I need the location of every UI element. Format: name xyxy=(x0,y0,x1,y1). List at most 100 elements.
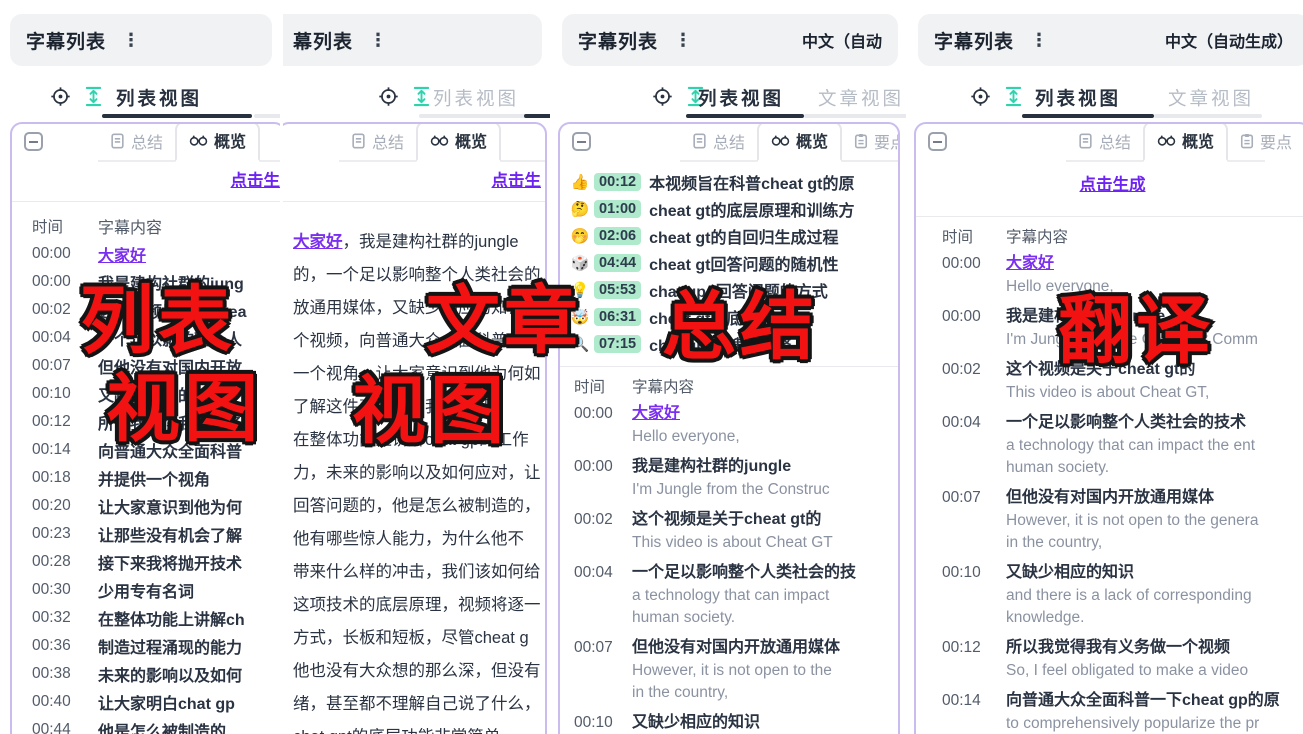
row-content: 这个视频是关于cheat gt的This video is about Chea… xyxy=(632,507,833,554)
tab-summary[interactable]: 总结 xyxy=(1066,124,1143,160)
table-row[interactable]: 00:12所以我觉得我有义务做一个视频So, I feel obligated … xyxy=(916,635,1303,682)
row-time: 00:12 xyxy=(32,413,98,431)
expand-height-icon[interactable] xyxy=(412,86,431,107)
row-en: a technology that can impact the ent xyxy=(1006,435,1255,457)
tab-keypoints[interactable]: 要点 xyxy=(1228,124,1303,160)
chapter-time-badge[interactable]: 01:00 xyxy=(594,200,641,218)
view-tab-bar: 列表视图 xyxy=(283,78,550,120)
chapter-emoji-icon: 🤭 xyxy=(568,227,592,245)
subtitle-link[interactable]: 大家好 xyxy=(632,401,740,426)
table-row[interactable]: 00:00大家好Hello everyone, xyxy=(560,401,898,448)
tab-summary[interactable]: 总结 xyxy=(339,124,416,160)
row-zh: 这个视频是关于cheat gt的 xyxy=(632,507,833,532)
chapter-time-badge[interactable]: 07:15 xyxy=(594,335,641,353)
table-row[interactable]: 00:28接下来我将抛开技术 xyxy=(12,548,280,576)
chapter-title: cheat gt的自回归生成过程 xyxy=(649,224,838,248)
table-row[interactable]: 00:40让大家明白chat gp xyxy=(12,688,280,716)
table-row[interactable]: 00:07但他没有对国内开放通用媒体However, it is not ope… xyxy=(560,635,898,704)
row-time: 00:04 xyxy=(574,560,632,629)
summary-tab-strip: 总结 概览 要点 xyxy=(1066,122,1265,162)
collapse-icon[interactable] xyxy=(928,132,947,151)
tab-summary[interactable]: 总结 xyxy=(680,124,757,160)
row-zh: 未来的影响以及如何 xyxy=(98,662,242,686)
table-row[interactable]: 00:00我是建构社群的jungleI'm Jungle from the Co… xyxy=(560,454,898,501)
table-row[interactable]: 00:20让大家意识到他为何 xyxy=(12,492,280,520)
table-row[interactable]: 00:14向普通大众全面科普一下cheat gp的原to comprehensi… xyxy=(916,688,1303,734)
tab-overview[interactable]: 概览 xyxy=(1143,122,1228,162)
table-row[interactable]: 00:38未来的影响以及如何 xyxy=(12,660,280,688)
chapter-time-badge[interactable]: 04:44 xyxy=(594,254,641,272)
row-time: 00:00 xyxy=(942,304,1006,351)
chapter-row[interactable]: 🎲04:44cheat gt回答问题的随机性 xyxy=(568,249,898,276)
locate-icon[interactable] xyxy=(50,86,71,107)
row-en: to comprehensively popularize the pr xyxy=(1006,713,1280,734)
chapter-time-badge[interactable]: 05:53 xyxy=(594,281,641,299)
collapse-icon[interactable] xyxy=(572,132,591,151)
row-en: in the country, xyxy=(1006,532,1258,554)
locate-icon[interactable] xyxy=(378,86,399,107)
collapse-icon[interactable] xyxy=(24,132,43,151)
locate-icon[interactable] xyxy=(970,86,991,107)
table-row[interactable]: 00:44他是怎么被制造的 xyxy=(12,716,280,734)
tab-list-view[interactable]: 列表视图 xyxy=(433,85,519,111)
generate-overview-link[interactable]: 点击生成 xyxy=(916,171,1303,195)
chapter-time-badge[interactable]: 06:31 xyxy=(594,308,641,326)
generate-summary-link[interactable]: 点击生 xyxy=(231,167,281,191)
table-row[interactable]: 00:04一个足以影响整个人类社会的技a technology that can… xyxy=(560,560,898,629)
article-line: 大家好，我是建构社群的jungle xyxy=(293,226,545,259)
table-row[interactable]: 00:10又缺少相应的知识 xyxy=(560,710,898,734)
table-row[interactable]: 00:04一个足以影响整个人类社会的技术a technology that ca… xyxy=(916,410,1303,479)
chapter-row[interactable]: 🤔01:00cheat gt的底层原理和训练方 xyxy=(568,195,898,222)
tab-keypoints[interactable]: 要点 xyxy=(842,124,900,160)
article-line: 力，未来的影响以及如何应对，让 xyxy=(293,457,545,490)
table-row[interactable]: 00:18并提供一个视角 xyxy=(12,464,280,492)
table-row[interactable]: 00:00大家好 xyxy=(12,240,280,268)
tab-list-view[interactable]: 列表视图 xyxy=(116,85,202,111)
row-time: 00:02 xyxy=(574,507,632,554)
expand-height-icon[interactable] xyxy=(1004,86,1023,107)
tab-overview[interactable]: 概览 xyxy=(757,122,842,162)
menu-icon[interactable]: ⋮ xyxy=(122,31,140,49)
chapter-emoji-icon: 👍 xyxy=(568,173,592,191)
chapter-time-badge[interactable]: 02:06 xyxy=(594,227,641,245)
table-row[interactable]: 00:32在整体功能上讲解ch xyxy=(12,604,280,632)
row-time: 00:02 xyxy=(942,357,1006,404)
table-row[interactable]: 00:36制造过程涌现的能力 xyxy=(12,632,280,660)
row-content: 又缺少相应的知识 xyxy=(632,710,760,734)
panel-header: 字幕列表 ⋮ xyxy=(10,14,272,66)
tab-underline-active xyxy=(102,114,252,118)
row-en: knowledge. xyxy=(1006,607,1252,629)
chapter-time-badge[interactable]: 00:12 xyxy=(594,173,641,191)
menu-icon[interactable]: ⋮ xyxy=(1030,31,1048,49)
chapter-row[interactable]: 👍00:12本视频旨在科普cheat gt的原 xyxy=(568,168,898,195)
tab-underline-active xyxy=(686,114,804,118)
row-time: 00:38 xyxy=(32,665,98,683)
tab-overview[interactable]: 概览 xyxy=(175,122,260,162)
table-row[interactable]: 00:30少用专有名词 xyxy=(12,576,280,604)
subtitle-link[interactable]: 大家好 xyxy=(1006,251,1114,276)
row-zh: 让大家明白chat gp xyxy=(98,690,235,714)
tab-overview[interactable]: 概览 xyxy=(416,122,501,162)
locate-icon[interactable] xyxy=(652,86,673,107)
expand-height-icon[interactable] xyxy=(84,86,103,107)
subtitle-link[interactable]: 大家好 xyxy=(293,233,343,251)
tab-article-view[interactable]: 文章视图 xyxy=(818,85,904,111)
tab-list-view[interactable]: 列表视图 xyxy=(698,85,784,111)
table-row[interactable]: 00:02这个视频是关于cheat gt的This video is about… xyxy=(560,507,898,554)
row-time: 00:10 xyxy=(942,560,1006,629)
tab-article-view[interactable]: 文章视图 xyxy=(1168,85,1254,111)
subtitle-link[interactable]: 大家好 xyxy=(98,242,146,266)
menu-icon[interactable]: ⋮ xyxy=(369,31,387,49)
table-row[interactable]: 00:10又缺少相应的知识and there is a lack of corr… xyxy=(916,560,1303,629)
chapter-row[interactable]: 🤭02:06 cheat gt的自回归生成过程 xyxy=(568,222,898,249)
row-content: 但他没有对国内开放通用媒体However, it is not open to … xyxy=(1006,485,1258,554)
row-time: 00:07 xyxy=(942,485,1006,554)
row-time: 00:07 xyxy=(574,635,632,704)
row-time: 00:23 xyxy=(32,525,98,543)
menu-icon[interactable]: ⋮ xyxy=(674,31,692,49)
table-row[interactable]: 00:23让那些没有机会了解 xyxy=(12,520,280,548)
tab-summary[interactable]: 总结 xyxy=(98,124,175,160)
table-row[interactable]: 00:07但他没有对国内开放通用媒体However, it is not ope… xyxy=(916,485,1303,554)
tab-list-view[interactable]: 列表视图 xyxy=(1035,85,1121,111)
generate-summary-link[interactable]: 点击生 xyxy=(492,167,542,191)
